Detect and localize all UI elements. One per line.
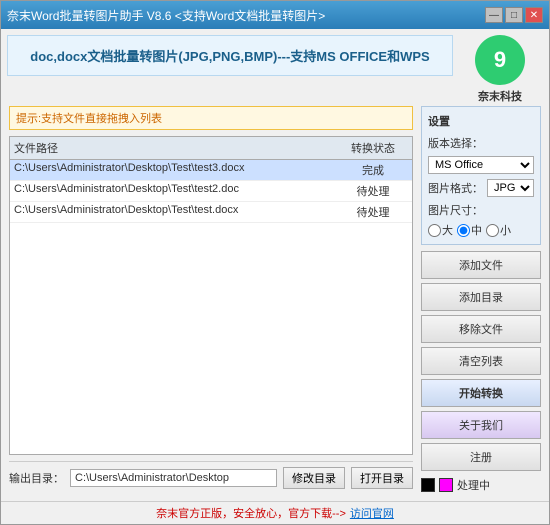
file-status-1: 完成 [338,162,408,178]
right-panel: 设置 版本选择： MS Office WPS 图片格式： JPG P [421,106,541,493]
add-file-button[interactable]: 添加文件 [421,251,541,279]
hint-text: 提示:支持文件直接拖拽入列表 [16,113,162,125]
color-pink-swatch [439,478,453,492]
output-label: 输出目录： [9,470,64,486]
header-status: 转换状态 [338,140,408,156]
file-path-1: C:\Users\Administrator\Desktop\Test\test… [14,162,338,178]
format-select[interactable]: JPG PNG BMP [487,179,534,197]
version-select[interactable]: MS Office WPS [428,156,534,174]
header-title: doc,docx文档批量转图片(JPG,PNG,BMP)---支持MS OFFI… [20,46,440,65]
title-bar: 奈末Word批量转图片助手 V8.6 <支持Word文档批量转图片> — □ ✕ [1,1,549,29]
logo-company: 奈末科技 [478,88,522,104]
footer-text: 奈末官方正版，安全放心，官方下载--> [156,505,346,521]
table-row[interactable]: C:\Users\Administrator\Desktop\Test\test… [10,160,412,181]
settings-section: 设置 版本选择： MS Office WPS 图片格式： JPG P [421,106,541,245]
hint-bar: 提示:支持文件直接拖拽入列表 [9,106,413,130]
left-panel: 提示:支持文件直接拖拽入列表 文件路径 转换状态 C:\Users\Admini… [9,106,413,493]
clear-list-button[interactable]: 清空列表 [421,347,541,375]
processing-label: 处理中 [457,477,490,493]
table-body[interactable]: C:\Users\Administrator\Desktop\Test\test… [10,160,412,454]
window-controls: — □ ✕ [485,7,543,23]
add-dir-button[interactable]: 添加目录 [421,283,541,311]
processing-row: 处理中 [421,477,541,493]
header-path: 文件路径 [14,140,338,156]
table-row[interactable]: C:\Users\Administrator\Desktop\Test\test… [10,181,412,202]
logo-circle: 9 [475,35,525,85]
open-dir-button[interactable]: 打开目录 [351,467,413,489]
logo-char: 9 [494,47,506,73]
table-row[interactable]: C:\Users\Administrator\Desktop\Test\test… [10,202,412,223]
close-button[interactable]: ✕ [525,7,543,23]
output-path: C:\Users\Administrator\Desktop [70,469,277,487]
size-large-label[interactable]: 大 [428,222,453,238]
main-window: 奈末Word批量转图片助手 V8.6 <支持Word文档批量转图片> — □ ✕… [0,0,550,525]
version-select-row: MS Office WPS [428,156,534,174]
file-status-2: 待处理 [338,183,408,199]
file-path-3: C:\Users\Administrator\Desktop\Test\test… [14,204,338,220]
remove-file-button[interactable]: 移除文件 [421,315,541,343]
about-button[interactable]: 关于我们 [421,411,541,439]
file-path-2: C:\Users\Administrator\Desktop\Test\test… [14,183,338,199]
minimize-button[interactable]: — [485,7,503,23]
size-medium-radio[interactable] [457,224,470,237]
footer-bar: 奈末官方正版，安全放心，官方下载--> 访问官网 [1,501,549,524]
visit-website-link[interactable]: 访问官网 [350,505,394,521]
size-small-label[interactable]: 小 [486,222,511,238]
version-row: 版本选择： [428,135,534,151]
size-label: 图片尺寸： [428,205,483,217]
size-large-radio[interactable] [428,224,441,237]
version-label: 版本选择： [428,135,483,151]
table-header: 文件路径 转换状态 [10,137,412,160]
format-label: 图片格式： [428,180,483,196]
settings-title: 设置 [428,113,534,129]
file-status-3: 待处理 [338,204,408,220]
output-bar: 输出目录： C:\Users\Administrator\Desktop 修改目… [9,461,413,493]
color-black-swatch [421,478,435,492]
maximize-button[interactable]: □ [505,7,523,23]
register-button[interactable]: 注册 [421,443,541,471]
modify-dir-button[interactable]: 修改目录 [283,467,345,489]
size-radio-group: 大 中 小 [428,222,534,238]
start-convert-button[interactable]: 开始转换 [421,379,541,407]
header-section: doc,docx文档批量转图片(JPG,PNG,BMP)---支持MS OFFI… [7,35,453,76]
window-title: 奈末Word批量转图片助手 V8.6 <支持Word文档批量转图片> [7,7,325,24]
size-small-radio[interactable] [486,224,499,237]
file-table: 文件路径 转换状态 C:\Users\Administrator\Desktop… [9,136,413,455]
size-medium-label[interactable]: 中 [457,222,482,238]
format-row: 图片格式： JPG PNG BMP [428,179,534,197]
